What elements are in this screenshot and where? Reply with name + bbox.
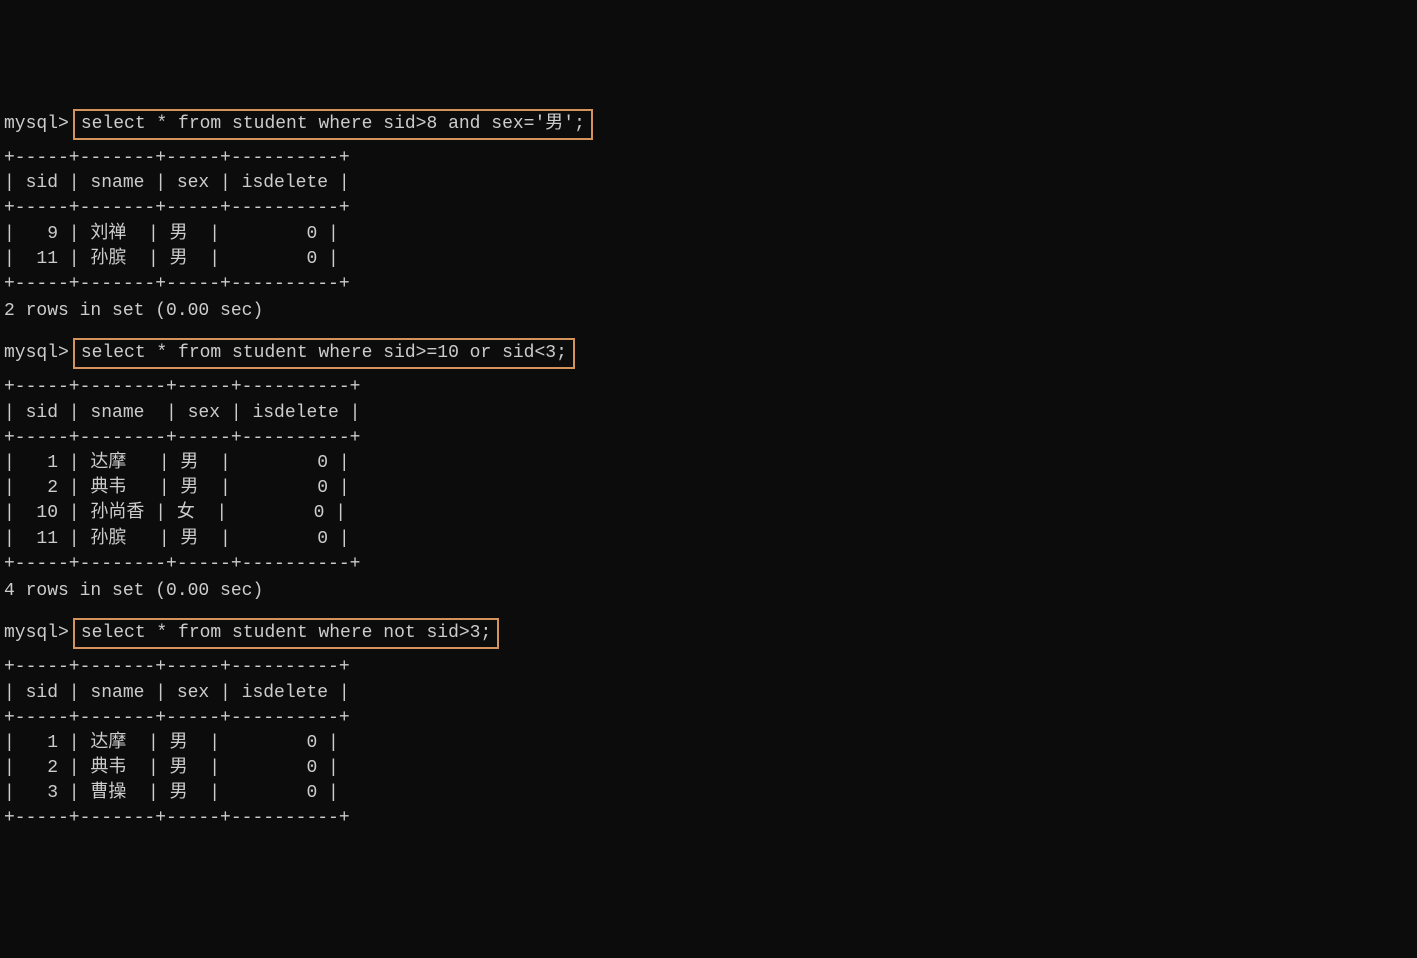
result-footer: 2 rows in set (0.00 sec) — [4, 299, 1417, 324]
table-border: +-----+-------+-----+----------+ — [4, 706, 1417, 731]
table-row: | 9 | 刘禅 | 男 | 0 | — [4, 222, 1417, 247]
mysql-prompt: mysql> — [4, 112, 69, 137]
table-header: | sid | sname | sex | isdelete | — [4, 171, 1417, 196]
mysql-terminal[interactable]: mysql>select * from student where sid>8 … — [4, 109, 1417, 832]
result-table: +-----+--------+-----+----------+| sid |… — [4, 375, 1417, 577]
table-header: | sid | sname | sex | isdelete | — [4, 681, 1417, 706]
mysql-prompt: mysql> — [4, 341, 69, 366]
result-table: +-----+-------+-----+----------+| sid | … — [4, 655, 1417, 831]
sql-highlight-box: select * from student where not sid>3; — [73, 618, 499, 649]
result-table: +-----+-------+-----+----------+| sid | … — [4, 146, 1417, 297]
table-row: | 10 | 孙尚香 | 女 | 0 | — [4, 501, 1417, 526]
table-header: | sid | sname | sex | isdelete | — [4, 401, 1417, 426]
table-border: +-----+--------+-----+----------+ — [4, 552, 1417, 577]
table-row: | 3 | 曹操 | 男 | 0 | — [4, 781, 1417, 806]
table-border: +-----+-------+-----+----------+ — [4, 272, 1417, 297]
table-row: | 1 | 达摩 | 男 | 0 | — [4, 451, 1417, 476]
result-footer: 4 rows in set (0.00 sec) — [4, 579, 1417, 604]
query-line: mysql>select * from student where sid>=1… — [4, 338, 1417, 369]
table-row: | 2 | 典韦 | 男 | 0 | — [4, 756, 1417, 781]
sql-highlight-box: select * from student where sid>=10 or s… — [73, 338, 575, 369]
table-border: +-----+--------+-----+----------+ — [4, 375, 1417, 400]
sql-highlight-box: select * from student where sid>8 and se… — [73, 109, 593, 140]
table-border: +-----+-------+-----+----------+ — [4, 146, 1417, 171]
table-row: | 2 | 典韦 | 男 | 0 | — [4, 476, 1417, 501]
table-row: | 11 | 孙膑 | 男 | 0 | — [4, 527, 1417, 552]
table-border: +-----+-------+-----+----------+ — [4, 655, 1417, 680]
table-border: +-----+-------+-----+----------+ — [4, 806, 1417, 831]
table-border: +-----+--------+-----+----------+ — [4, 426, 1417, 451]
table-row: | 1 | 达摩 | 男 | 0 | — [4, 731, 1417, 756]
query-line: mysql>select * from student where not si… — [4, 618, 1417, 649]
mysql-prompt: mysql> — [4, 621, 69, 646]
table-row: | 11 | 孙膑 | 男 | 0 | — [4, 247, 1417, 272]
query-line: mysql>select * from student where sid>8 … — [4, 109, 1417, 140]
table-border: +-----+-------+-----+----------+ — [4, 196, 1417, 221]
